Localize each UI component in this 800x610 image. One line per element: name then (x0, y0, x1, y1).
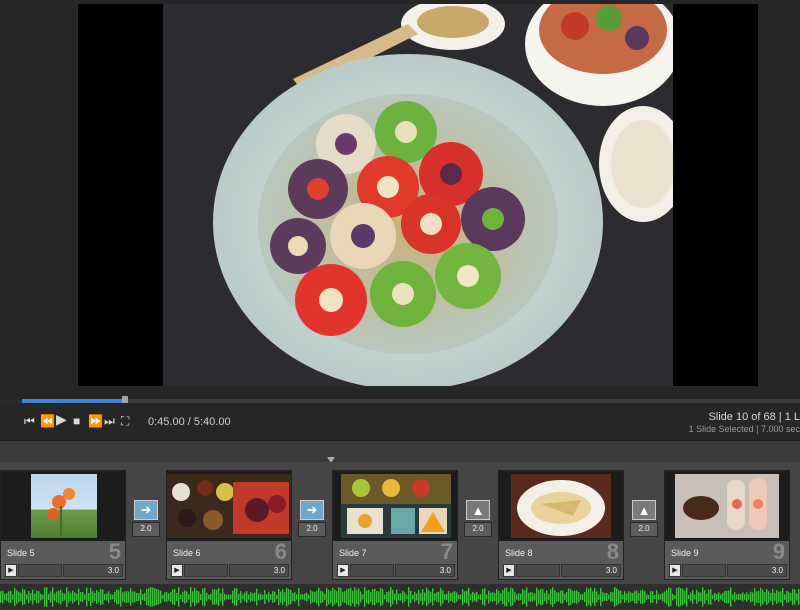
transition[interactable]: ➜ 2.0 (296, 500, 328, 537)
slide-play-icon[interactable]: ▶ (5, 564, 17, 577)
arrow-right-icon[interactable]: ➜ (300, 500, 324, 520)
slide-card[interactable]: Slide 5 5 ▶ 3.0 (0, 470, 126, 580)
arrow-right-icon[interactable]: ➜ (134, 500, 158, 520)
mountain-transition-icon[interactable]: ▲ (466, 500, 490, 520)
slide-counter: Slide 10 of 68 | 1 L (708, 411, 800, 423)
slide-timeline: Slide 5 5 ▶ 3.0 ➜ 2.0 Slide 6 6 ▶ 3.0 ➜ … (0, 462, 800, 610)
slide-thumbnail (1, 471, 125, 541)
slide-effect-field[interactable] (350, 564, 394, 577)
slide-number: 5 (108, 539, 121, 564)
transition-duration[interactable]: 2.0 (630, 522, 658, 537)
transition-duration[interactable]: 2.0 (132, 522, 160, 537)
slide-number: 8 (606, 539, 619, 564)
slide-effect-field[interactable] (18, 564, 62, 577)
playback-time: 0:45.00 / 5:40.00 (148, 416, 231, 428)
slide-card[interactable]: Slide 9 9 ▶ 3.0 (664, 470, 790, 580)
slide-duration[interactable]: 3.0 (229, 564, 289, 577)
transition[interactable]: ➜ 2.0 (130, 500, 162, 537)
slide-play-icon[interactable]: ▶ (171, 564, 183, 577)
playback-controls: ⏮ ⏪ ▶ ■ ⏩ ⏭ ⛶ 0:45.00 / 5:40.00 Slide 10… (0, 403, 800, 440)
slide-thumbnail (665, 471, 789, 541)
audio-waveform[interactable] (0, 584, 800, 610)
slide-name: Slide 5 (7, 548, 35, 558)
skip-to-start-icon[interactable]: ⏮ (24, 414, 35, 428)
slide-thumbnail (499, 471, 623, 541)
slide-thumbnail (333, 471, 457, 541)
slide-name: Slide 9 (671, 548, 699, 558)
slide-play-icon[interactable]: ▶ (669, 564, 681, 577)
slide-number: 6 (274, 539, 287, 564)
skip-to-end-icon[interactable]: ⏭ (104, 414, 115, 428)
slide-effect-field[interactable] (516, 564, 560, 577)
slide-play-icon[interactable]: ▶ (503, 564, 515, 577)
fast-forward-icon[interactable]: ⏩ (88, 414, 103, 428)
fullscreen-icon[interactable]: ⛶ (121, 414, 129, 428)
transition[interactable]: ▲ 2.0 (462, 500, 494, 537)
slide-number: 7 (440, 539, 453, 564)
slide-number: 9 (772, 539, 785, 564)
slide-play-icon[interactable]: ▶ (337, 564, 349, 577)
transition-duration[interactable]: 2.0 (464, 522, 492, 537)
video-frame[interactable] (78, 4, 758, 386)
slide-name: Slide 6 (173, 548, 201, 558)
slide-card[interactable]: Slide 8 8 ▶ 3.0 (498, 470, 624, 580)
slide-duration[interactable]: 3.0 (395, 564, 455, 577)
slide-duration[interactable]: 3.0 (63, 564, 123, 577)
mountain-transition-icon[interactable]: ▲ (632, 500, 656, 520)
rewind-icon[interactable]: ⏪ (40, 414, 55, 428)
slide-effect-field[interactable] (184, 564, 228, 577)
play-icon[interactable]: ▶ (56, 412, 67, 426)
slide-thumbnail (167, 471, 291, 541)
slide-card[interactable]: Slide 6 6 ▶ 3.0 (166, 470, 292, 580)
slide-name: Slide 7 (339, 548, 367, 558)
slide-duration[interactable]: 3.0 (727, 564, 787, 577)
slide-duration[interactable]: 3.0 (561, 564, 621, 577)
timeline-divider[interactable] (0, 440, 800, 463)
preview-area (0, 0, 800, 400)
current-slide-image (163, 4, 673, 386)
selection-info: 1 Slide Selected | 7.000 sec (688, 424, 800, 434)
slide-card[interactable]: Slide 7 7 ▶ 3.0 (332, 470, 458, 580)
slide-name: Slide 8 (505, 548, 533, 558)
transition[interactable]: ▲ 2.0 (628, 500, 660, 537)
stop-icon[interactable]: ■ (73, 414, 80, 428)
transition-duration[interactable]: 2.0 (298, 522, 326, 537)
slide-effect-field[interactable] (682, 564, 726, 577)
